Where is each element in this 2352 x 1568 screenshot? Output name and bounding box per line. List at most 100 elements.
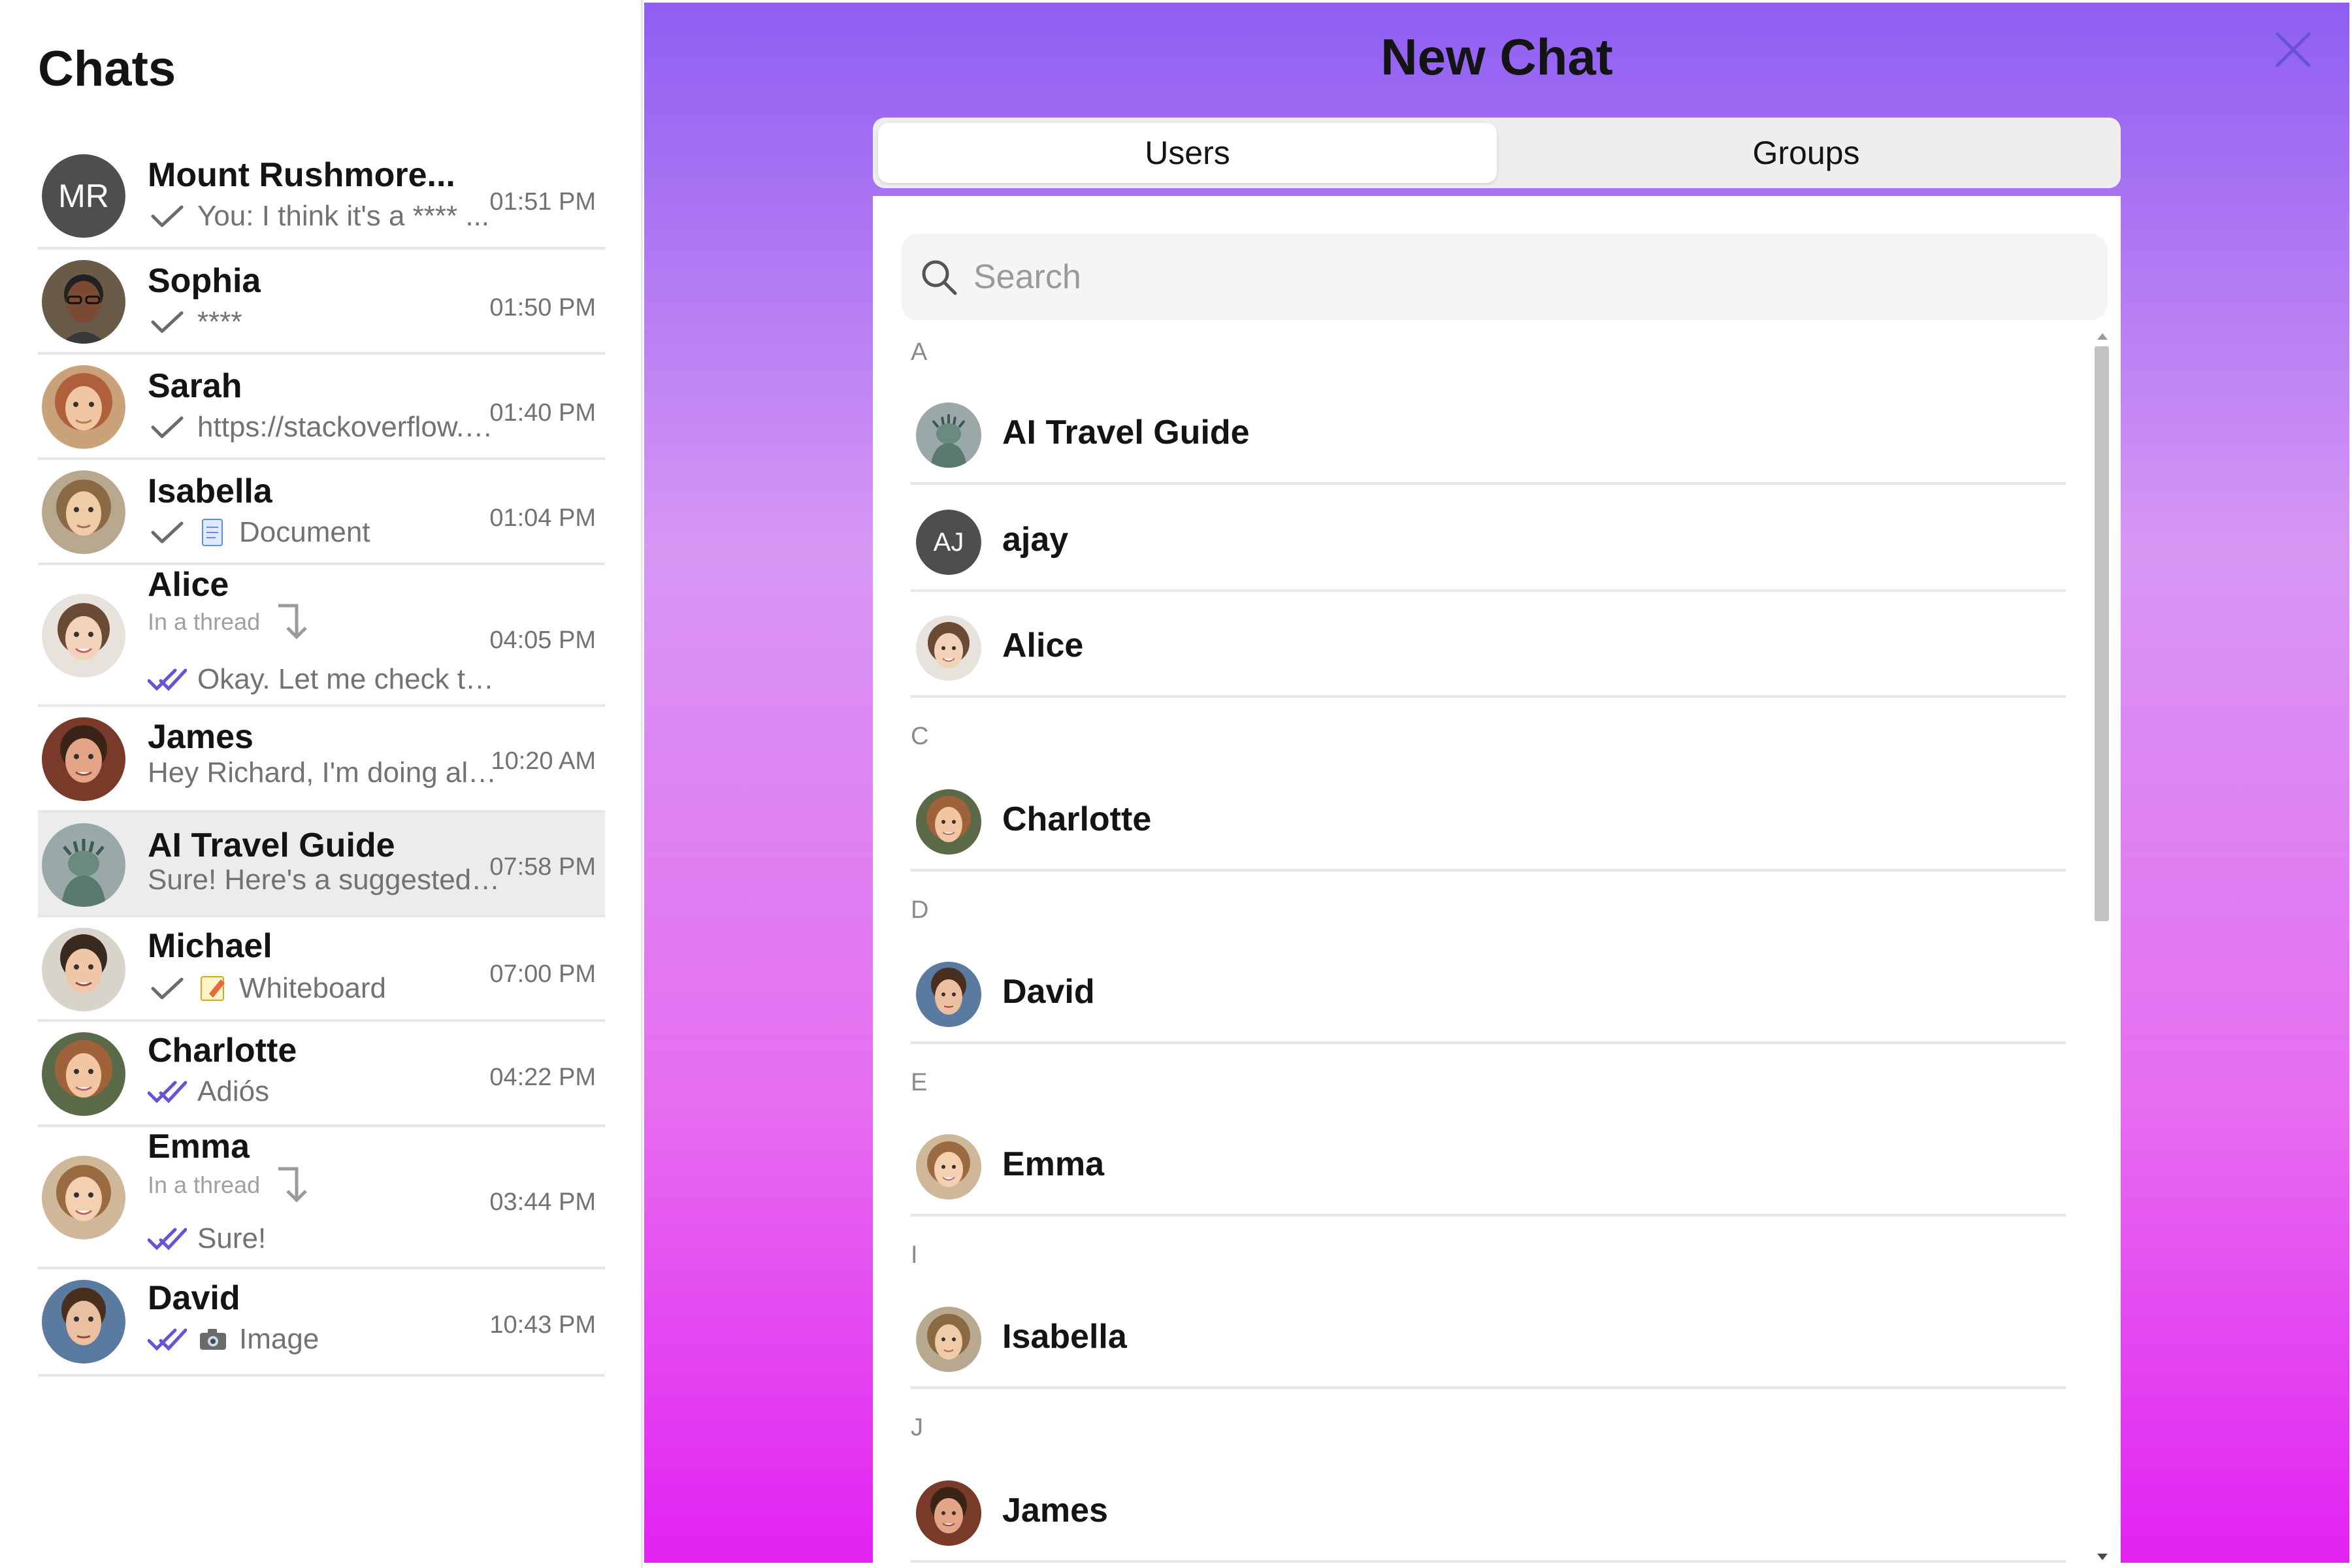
section-letter: C (911, 723, 929, 750)
section-letter: E (911, 1069, 928, 1096)
avatar (42, 1280, 125, 1364)
chat-item[interactable]: James Hey Richard, I'm doing al… 10:20 A… (38, 707, 605, 813)
chat-time: 01:40 PM (489, 399, 596, 427)
avatar (916, 1134, 981, 1200)
scrollbar-thumb[interactable] (2095, 346, 2109, 921)
user-name: Emma (1002, 1145, 1105, 1183)
new-chat-panel: New Chat Users Groups A AI Travel Guide … (644, 3, 2349, 1563)
tab-bar: Users Groups (873, 118, 2121, 188)
avatar (42, 1156, 125, 1239)
avatar (916, 1480, 981, 1546)
chat-item[interactable]: Sophia **** 01:50 PM (38, 250, 605, 355)
chat-name: AI Travel Guide (148, 826, 395, 864)
search-bar[interactable] (902, 234, 2108, 320)
chat-preview-text: Document (239, 516, 370, 548)
chat-item[interactable]: Isabella Document 01:04 PM (38, 460, 605, 565)
close-icon (2276, 32, 2311, 67)
sent-check-icon (148, 519, 187, 546)
chat-preview-text: Sure! Here's a suggested… (148, 864, 500, 896)
chat-name: Sophia (148, 262, 261, 300)
whiteboard-icon (197, 974, 229, 1003)
read-double-check-icon (148, 1226, 187, 1252)
chat-item[interactable]: Charlotte Adiós 04:22 PM (38, 1022, 605, 1127)
user-name: James (1002, 1492, 1108, 1529)
avatar (42, 928, 125, 1011)
chat-preview: **** (148, 306, 242, 338)
search-input[interactable] (973, 257, 2019, 297)
user-name: ajay (1002, 521, 1069, 559)
user-row[interactable]: Charlotte (911, 767, 2066, 872)
chat-item[interactable]: Emma In a thread Sure! 03:44 PM (38, 1127, 605, 1269)
thread-arrow-icon (278, 604, 307, 640)
avatar (916, 402, 981, 468)
scroll-down-arrow-icon[interactable] (2097, 1554, 2108, 1560)
chat-preview: Image (148, 1323, 319, 1356)
read-double-check-icon (148, 1326, 187, 1352)
user-name: Isabella (1002, 1318, 1127, 1356)
document-icon (197, 518, 229, 547)
avatar: MR (42, 154, 125, 238)
close-button[interactable] (2270, 26, 2317, 73)
section-letter: A (911, 338, 928, 366)
chat-preview: Document (148, 516, 370, 549)
user-row[interactable]: AJ ajay (911, 487, 2066, 592)
user-row[interactable]: AI Travel Guide (911, 380, 2066, 485)
chat-name: David (148, 1279, 240, 1317)
user-scroll-area[interactable]: A AI Travel Guide AJ ajay Alice C Charlo… (873, 333, 2121, 1563)
chat-time: 01:50 PM (489, 294, 596, 321)
chat-preview: You: I think it's a **** ... (148, 200, 489, 233)
sent-check-icon (148, 203, 187, 229)
avatar: AJ (916, 510, 981, 575)
avatar-initials: AJ (916, 510, 981, 575)
chat-name: James (148, 718, 253, 756)
section-letter: J (911, 1414, 923, 1441)
chat-name: Charlotte (148, 1032, 297, 1070)
user-name: David (1002, 973, 1095, 1011)
user-row[interactable]: David (911, 939, 2066, 1044)
chat-name: Emma (148, 1128, 250, 1166)
section-letter: I (911, 1241, 918, 1269)
chat-name: Michael (148, 927, 272, 965)
scroll-up-arrow-icon[interactable] (2097, 333, 2108, 340)
camera-icon (197, 1325, 229, 1354)
user-row[interactable]: Isabella (911, 1284, 2066, 1389)
read-double-check-icon (148, 1079, 187, 1105)
chat-time: 07:00 PM (489, 960, 596, 988)
chat-name: Sarah (148, 367, 242, 405)
user-row[interactable]: Alice (911, 593, 2066, 698)
chat-preview: Hey Richard, I'm doing al… (148, 757, 497, 789)
scrollbar[interactable] (2093, 333, 2110, 1563)
chat-item-active[interactable]: AI Travel Guide Sure! Here's a suggested… (38, 813, 605, 917)
chat-preview-text: **** (197, 306, 242, 338)
chat-time: 01:51 PM (489, 188, 596, 216)
chat-preview-text: Sure! (197, 1222, 267, 1254)
avatar (42, 1032, 125, 1116)
chats-panel: Chats MR Mount Rushmore... You: I think … (0, 0, 643, 1568)
avatar (916, 1307, 981, 1372)
chat-item[interactable]: David Image 10:43 PM (38, 1269, 605, 1377)
thread-indicator: In a thread (148, 599, 318, 645)
thread-label: In a thread (148, 1171, 261, 1198)
read-double-check-icon (148, 666, 187, 693)
chat-name: Isabella (148, 472, 272, 510)
chat-preview: Adiós (148, 1075, 269, 1108)
avatar (42, 717, 125, 801)
tab-users[interactable]: Users (878, 123, 1497, 183)
chat-preview: Sure! Here's a suggested… (148, 864, 500, 896)
chat-item[interactable]: MR Mount Rushmore... You: I think it's a… (38, 144, 605, 250)
user-list: A AI Travel Guide AJ ajay Alice C Charlo… (873, 196, 2121, 1563)
avatar-initials: MR (42, 154, 125, 238)
chat-list: MR Mount Rushmore... You: I think it's a… (38, 144, 605, 1377)
user-row[interactable]: Emma (911, 1112, 2066, 1217)
user-row[interactable]: James (911, 1458, 2066, 1563)
tab-groups[interactable]: Groups (1497, 123, 2115, 183)
chat-item[interactable]: Michael Whiteboard 07:00 PM (38, 917, 605, 1022)
thread-arrow-icon (278, 1167, 307, 1203)
chat-preview: Sure! (148, 1222, 266, 1255)
chat-preview: Okay. Let me check t… (148, 663, 494, 696)
avatar (42, 594, 125, 678)
chat-item[interactable]: Sarah https://stackoverflow.… 01:40 PM (38, 355, 605, 460)
chat-item[interactable]: Alice In a thread Okay. Let me check t… … (38, 565, 605, 707)
chats-title: Chats (38, 41, 176, 97)
avatar (42, 823, 125, 907)
